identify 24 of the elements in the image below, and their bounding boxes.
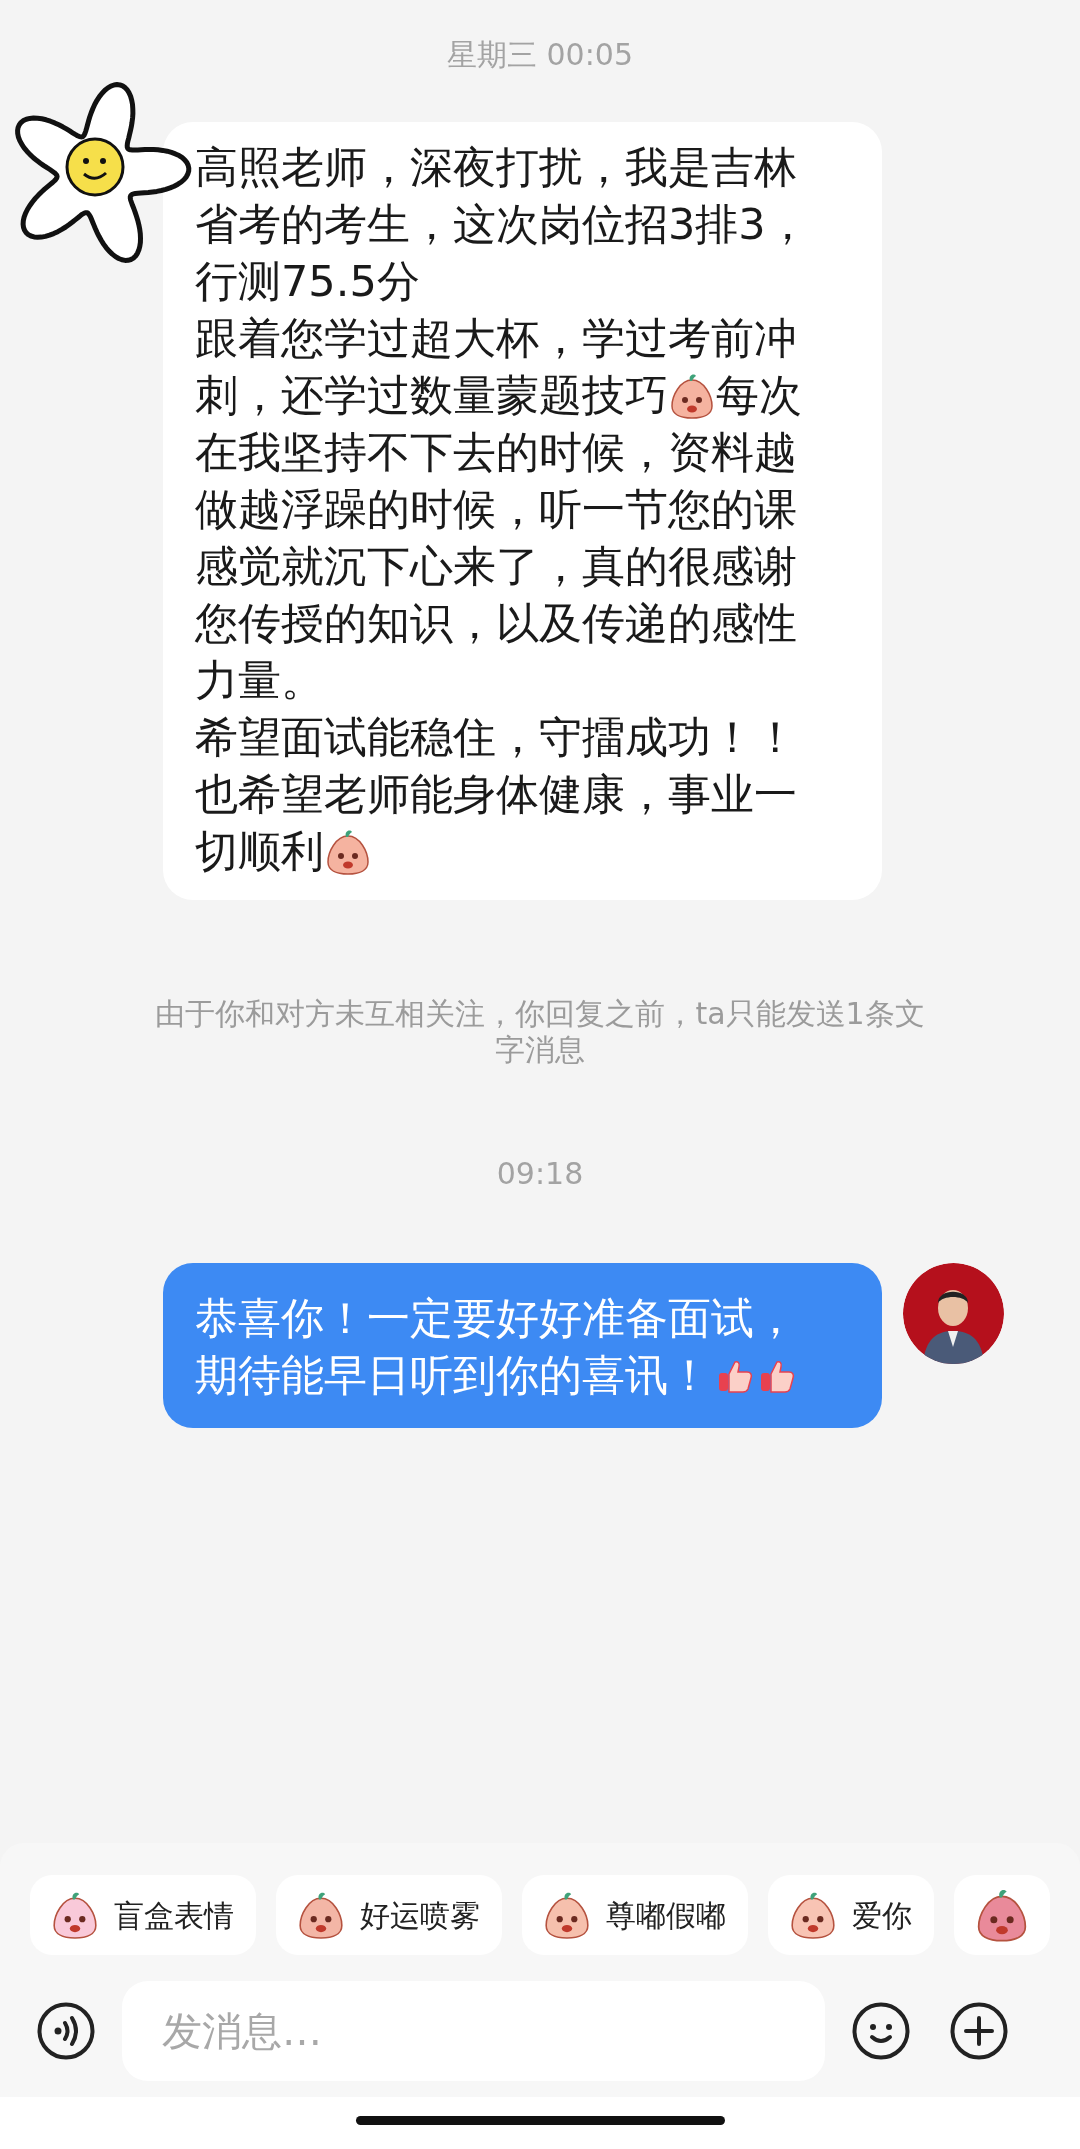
message-text: 力量。 (195, 654, 324, 707)
message-text: 刺，还学过数量蒙题技巧 (195, 369, 668, 422)
sticker-chip[interactable]: 盲盒表情 (30, 1875, 256, 1955)
message-text: 您传授的知识，以及传递的感性 (195, 597, 797, 650)
timestamp: 星期三 00:05 (447, 38, 633, 72)
message-text: 希望面试能稳住，守擂成功！！ (195, 711, 797, 764)
message-text: 高照老师，深夜打扰，我是吉林 (195, 141, 797, 194)
message-text: 感觉就沉下心来了，真的很感谢 (195, 540, 797, 593)
system-notice: 由于你和对方未互相关注，你回复之前，ta只能发送1条文字消息 (154, 996, 926, 1068)
sticker-chip[interactable]: 好运喷雾 (276, 1875, 502, 1955)
message-text: 行测75.5分 (195, 255, 420, 308)
sticker-chip[interactable]: 尊嘟假嘟 (522, 1875, 748, 1955)
message-text: 期待能早日听到你的喜讯！ (195, 1349, 711, 1402)
message-text: 也希望老师能身体健康，事业一 (195, 768, 797, 821)
message-text: 每次 (716, 369, 802, 422)
message-text: 在我坚持不下去的时候，资料越 (195, 426, 797, 479)
message-text: 跟着您学过超大杯，学过考前冲 (195, 312, 797, 365)
timestamp: 09:18 (496, 1157, 584, 1191)
message-text: 恭喜你！一定要好好准备面试， (195, 1292, 797, 1345)
sticker-chip[interactable]: 爱你 (768, 1875, 934, 1955)
message-text: 做越浮躁的时候，听一节您的课 (195, 483, 797, 536)
message-input-field[interactable]: 发消息… (122, 1981, 825, 2081)
message-text: 省考的考生，这次岗位招3排3， (195, 198, 809, 251)
message-text: 切顺利 (195, 825, 324, 878)
